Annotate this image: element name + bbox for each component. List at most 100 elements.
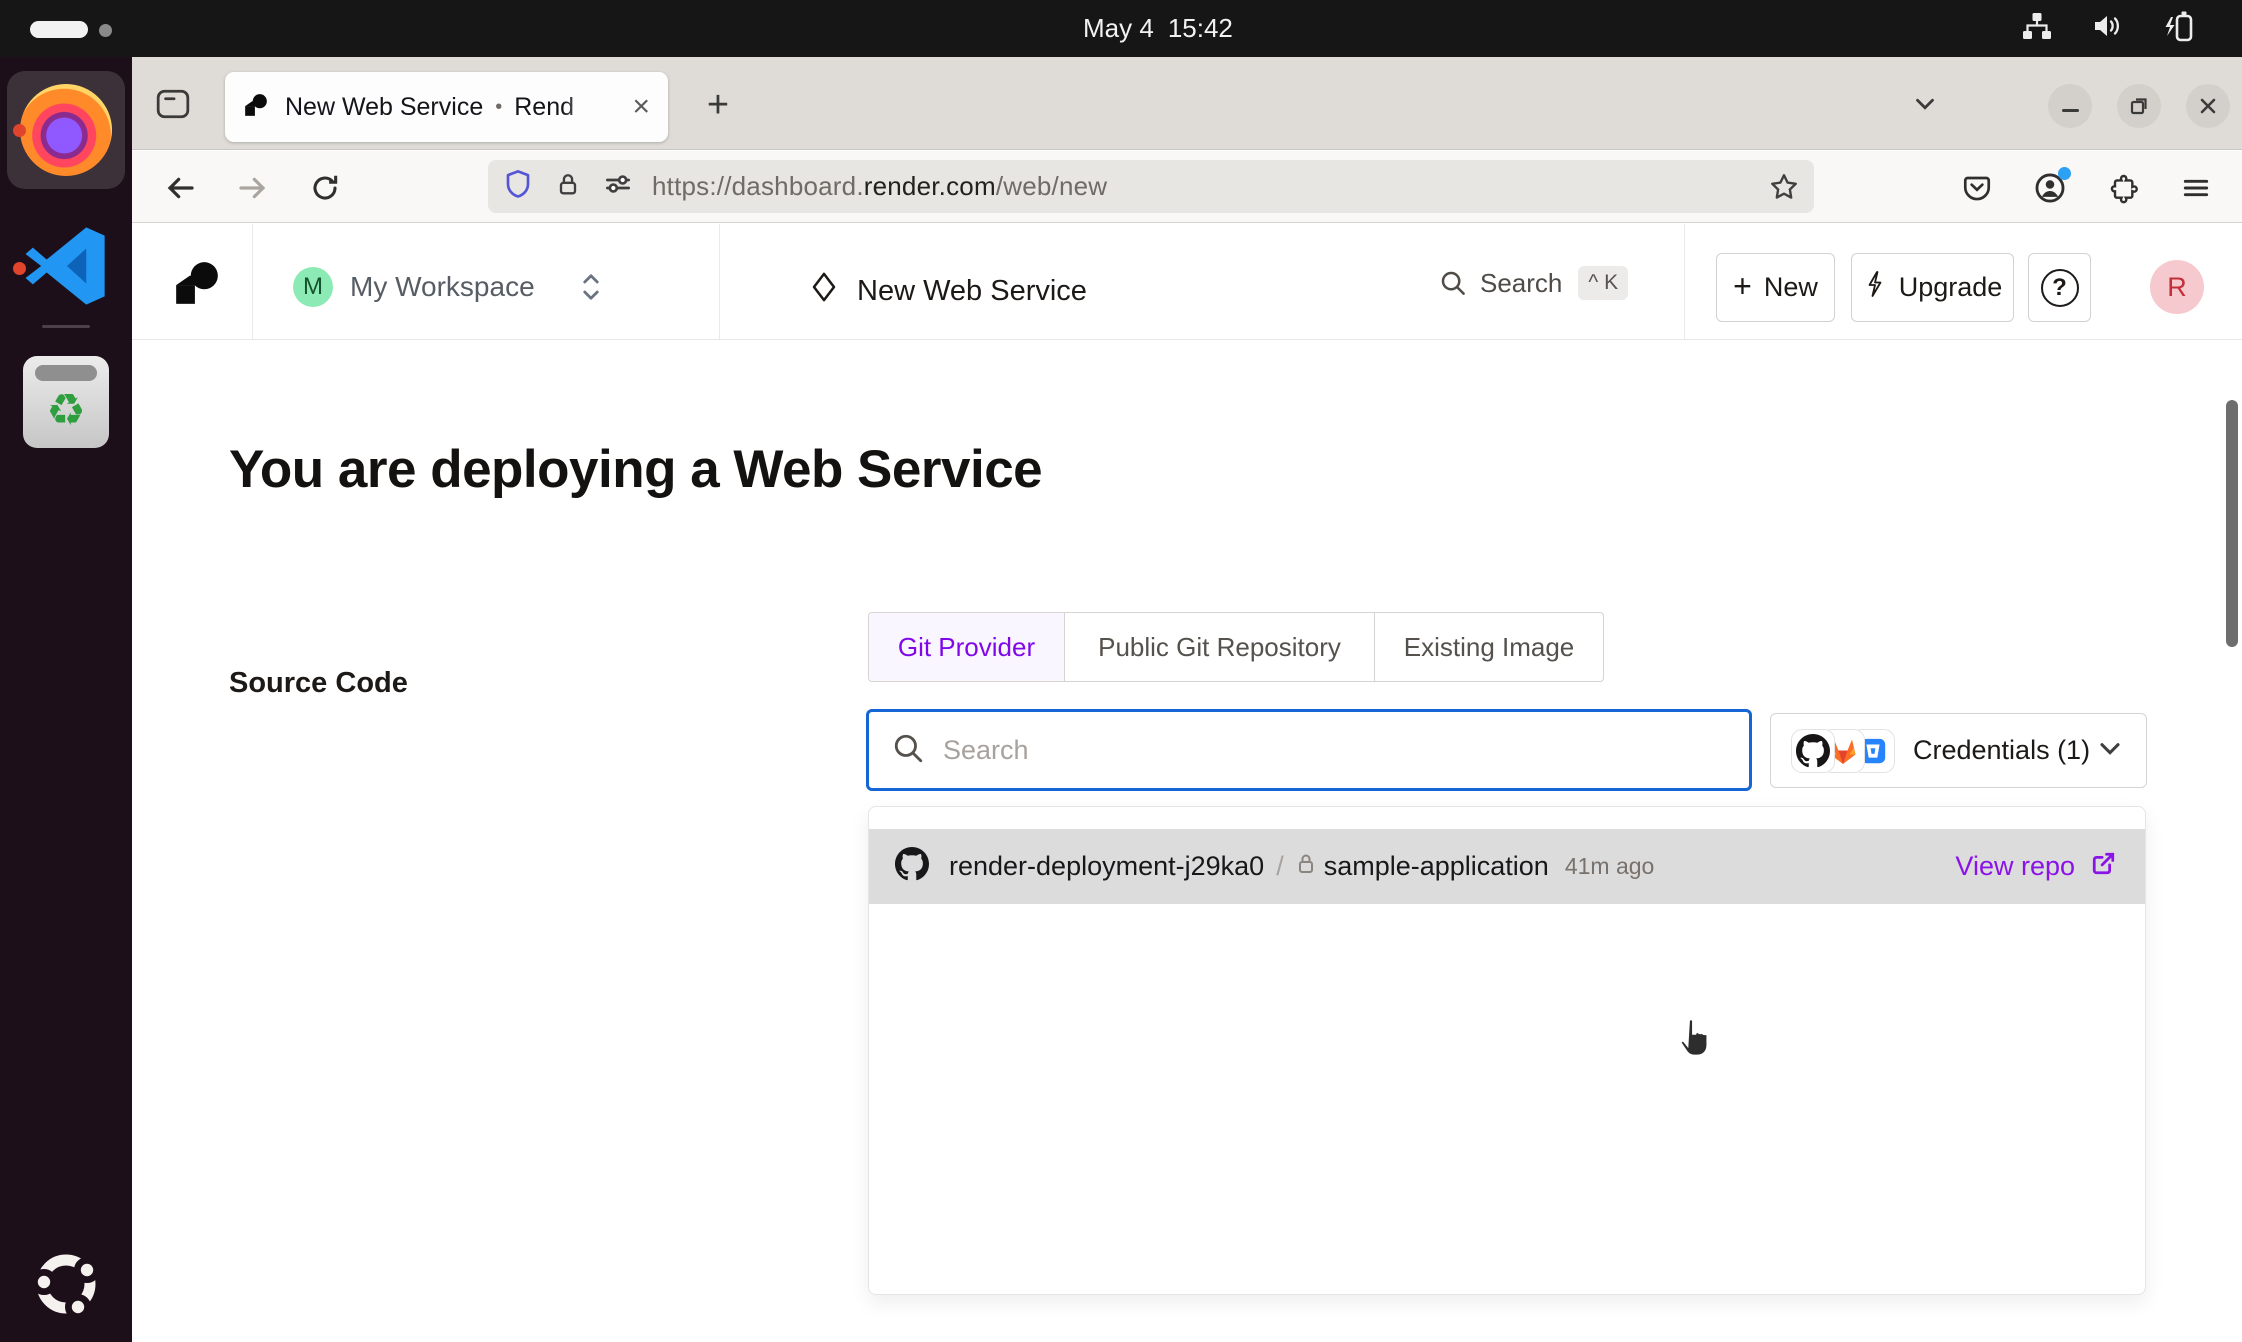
ubuntu-logo-icon	[26, 1244, 106, 1329]
url-text[interactable]: https://dashboard.render.com/web/new	[652, 171, 1107, 202]
dock-firefox[interactable]	[7, 71, 125, 189]
repo-search-input[interactable]	[943, 735, 1643, 766]
search-label: Search	[1480, 268, 1562, 299]
github-icon	[895, 847, 929, 886]
dock-separator	[42, 325, 90, 328]
github-credential-badge	[1791, 729, 1835, 773]
window-restore-button[interactable]	[2117, 84, 2161, 128]
new-button[interactable]: + New	[1716, 253, 1835, 322]
repo-name: sample-application	[1324, 851, 1549, 882]
vscode-running-indicator	[13, 262, 26, 275]
bookmark-star-icon[interactable]	[1768, 171, 1800, 203]
url-prefix: https://dashboard.	[652, 171, 864, 201]
clock-time: 15:42	[1168, 13, 1233, 44]
system-tray[interactable]	[2020, 0, 2198, 57]
menu-hamburger-icon[interactable]	[2173, 165, 2219, 211]
tab-title: New Web Service	[285, 93, 483, 122]
forward-icon[interactable]	[230, 165, 276, 211]
clock-date: May 4	[1083, 13, 1154, 44]
lightning-icon	[1863, 269, 1887, 306]
credentials-label: Credentials (1)	[1913, 735, 2090, 766]
url-bar[interactable]: https://dashboard.render.com/web/new	[488, 160, 1814, 213]
browser-window: New Web Service • Rend × +	[132, 57, 2242, 1342]
account-notification-dot	[2058, 167, 2071, 180]
workspace-dot[interactable]	[99, 24, 112, 37]
dock-trash[interactable]: ♻	[7, 343, 125, 461]
extensions-icon[interactable]	[2100, 165, 2146, 211]
trash-icon: ♻	[23, 356, 109, 448]
view-repo-link[interactable]: View repo	[1955, 848, 2119, 885]
reload-icon[interactable]	[302, 165, 348, 211]
app-header: M My Workspace New Web Service Search ^ …	[132, 224, 2242, 340]
user-avatar[interactable]: R	[2150, 260, 2204, 314]
firefox-view-button[interactable]	[150, 83, 196, 125]
network-icon	[2020, 10, 2054, 47]
render-favicon	[243, 92, 269, 123]
tab-title-separator: •	[495, 96, 502, 119]
system-top-bar: May 4 15:42	[0, 0, 2242, 57]
workspace-name: My Workspace	[350, 271, 535, 303]
lock-icon[interactable]	[554, 168, 582, 205]
external-link-icon	[2089, 848, 2119, 885]
back-icon[interactable]	[157, 165, 203, 211]
search-shortcut-badge: ^ K	[1578, 266, 1628, 300]
header-divider	[252, 224, 253, 339]
repo-list: render-deployment-j29ka0 / sample-applic…	[868, 806, 2146, 1295]
credentials-dropdown[interactable]: Credentials (1)	[1770, 713, 2147, 788]
repo-separator: /	[1276, 851, 1284, 882]
new-tab-button[interactable]: +	[692, 79, 744, 131]
url-path: /web/new	[996, 171, 1107, 201]
mouse-pointer-cursor	[1670, 1014, 1716, 1069]
private-lock-icon	[1296, 852, 1316, 881]
dock: ♻	[0, 57, 132, 1342]
volume-icon	[2090, 10, 2124, 47]
help-button[interactable]: ?	[2028, 253, 2091, 322]
page-title-header: New Web Service	[809, 270, 1087, 312]
repo-owner: render-deployment-j29ka0	[949, 851, 1264, 882]
render-dashboard: M My Workspace New Web Service Search ^ …	[132, 224, 2242, 1342]
browser-nav-bar: https://dashboard.render.com/web/new	[132, 151, 2242, 223]
workspace-switcher-chevrons-icon[interactable]	[576, 268, 606, 311]
browser-tab-active[interactable]: New Web Service • Rend ×	[225, 72, 668, 142]
list-tabs-chevron-icon[interactable]	[1902, 83, 1948, 125]
repo-updated-time: 41m ago	[1565, 853, 1655, 880]
page-heading: You are deploying a Web Service	[229, 439, 1042, 500]
activities-pill[interactable]	[30, 21, 88, 38]
header-divider	[1684, 224, 1685, 339]
diamond-icon	[809, 270, 839, 312]
upgrade-button[interactable]: Upgrade	[1851, 253, 2014, 322]
plus-icon: +	[1733, 268, 1752, 305]
tracking-protection-shield-icon[interactable]	[502, 167, 534, 206]
tab-git-provider[interactable]: Git Provider	[869, 613, 1065, 681]
search-icon	[891, 731, 925, 770]
battery-charging-icon	[2160, 9, 2198, 48]
global-search-button[interactable]: Search ^ K	[1438, 266, 1628, 300]
source-code-label: Source Code	[229, 667, 408, 700]
browser-tab-bar: New Web Service • Rend × +	[132, 57, 2242, 150]
render-logo[interactable]	[172, 258, 222, 313]
account-icon[interactable]	[2027, 165, 2073, 211]
question-icon: ?	[2041, 269, 2079, 307]
header-divider	[719, 224, 720, 339]
source-tabs: Git Provider Public Git Repository Exist…	[868, 612, 1604, 682]
permissions-sliders-icon[interactable]	[602, 168, 634, 205]
dock-show-apps[interactable]	[7, 1227, 125, 1342]
firefox-running-indicator	[13, 124, 26, 137]
url-domain: render.com	[864, 171, 996, 201]
system-clock[interactable]: May 4 15:42	[1083, 0, 1233, 57]
chevron-down-icon	[2094, 732, 2126, 769]
page-scrollbar-thumb[interactable]	[2226, 400, 2238, 647]
desktop: May 4 15:42	[0, 0, 2242, 1342]
dock-vscode[interactable]	[7, 209, 125, 327]
tab-close-icon[interactable]: ×	[632, 92, 650, 122]
window-minimize-button[interactable]	[2048, 84, 2092, 128]
pocket-icon[interactable]	[1954, 165, 2000, 211]
tab-existing-image[interactable]: Existing Image	[1375, 613, 1603, 681]
tab-public-git-repository[interactable]: Public Git Repository	[1065, 613, 1375, 681]
repo-search-field[interactable]	[866, 709, 1752, 791]
vscode-icon	[20, 220, 112, 317]
tab-title-fade	[562, 93, 626, 122]
workspace-avatar: M	[293, 267, 333, 307]
window-close-button[interactable]	[2186, 84, 2230, 128]
repo-row[interactable]: render-deployment-j29ka0 / sample-applic…	[869, 829, 2145, 904]
